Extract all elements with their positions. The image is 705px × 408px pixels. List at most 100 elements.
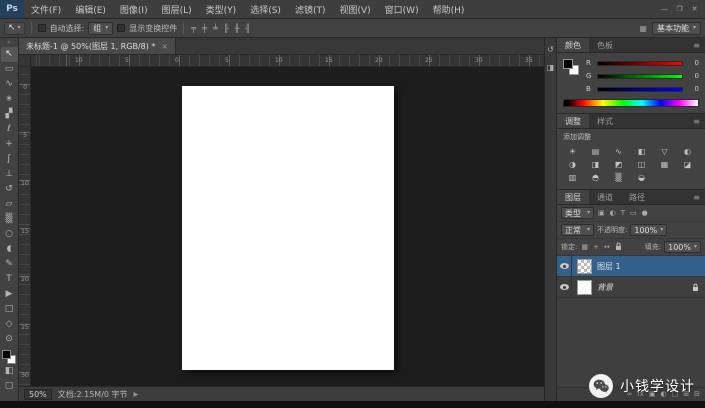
menu-item-file[interactable]: 文件(F)	[24, 0, 68, 18]
move-tool[interactable]: ↖	[1, 47, 18, 62]
menu-item-edit[interactable]: 编辑(E)	[68, 0, 113, 18]
quick-selection-tool[interactable]: ∗	[1, 92, 18, 107]
tab-styles[interactable]: 样式	[589, 114, 621, 128]
green-value[interactable]: 0	[687, 72, 699, 80]
clone-stamp-tool[interactable]: ⊥	[1, 167, 18, 182]
color-spectrum-ramp[interactable]	[563, 99, 699, 107]
tab-color[interactable]: 颜色	[557, 38, 589, 52]
color-panel-swatches[interactable]	[563, 59, 579, 75]
type-layer-filter-icon[interactable]: T	[620, 210, 626, 217]
photo-filter-icon[interactable]: ◩	[607, 158, 630, 171]
color-lookup-icon[interactable]: ▦	[653, 158, 676, 171]
close-icon[interactable]: ×	[161, 42, 168, 51]
menu-item-layer[interactable]: 图层(L)	[155, 0, 199, 18]
layer-name[interactable]: 图层 1	[597, 261, 621, 272]
menu-item-select[interactable]: 选择(S)	[243, 0, 288, 18]
tab-channels[interactable]: 通道	[589, 190, 621, 204]
auto-select-target-dropdown[interactable]: 组 ▾	[88, 22, 113, 35]
menu-item-window[interactable]: 窗口(W)	[378, 0, 426, 18]
blue-value[interactable]: 0	[687, 85, 699, 93]
crop-tool[interactable]: ▞	[1, 107, 18, 122]
vertical-ruler[interactable]: 0 5 10 15 20 25 30	[19, 67, 31, 386]
layer-thumbnail[interactable]	[577, 259, 592, 274]
lock-image-pixels-icon[interactable]: +	[592, 244, 600, 251]
zoom-level-field[interactable]: 50%	[24, 389, 52, 400]
align-left-edges-icon[interactable]: ╟	[223, 24, 230, 33]
canvas-area[interactable]	[31, 67, 544, 386]
posterize-icon[interactable]: ▥	[561, 171, 584, 184]
workspace-dropdown[interactable]: 基本功能 ▾	[652, 22, 701, 35]
lock-transparent-pixels-icon[interactable]: ▦	[580, 244, 589, 251]
panel-menu-icon[interactable]: ≡	[688, 38, 705, 52]
hand-tool[interactable]: ◇	[1, 317, 18, 332]
layer-name[interactable]: 背景	[597, 282, 613, 293]
toolbar-collapse-icon[interactable]: »	[7, 39, 11, 47]
adjustment-layer-filter-icon[interactable]: ◐	[609, 210, 617, 217]
show-transform-checkbox[interactable]	[117, 24, 125, 32]
vibrance-icon[interactable]: ▽	[653, 145, 676, 158]
lasso-tool[interactable]: ∿	[1, 77, 18, 92]
layer-row-background[interactable]: 背景	[557, 277, 705, 298]
menu-item-filter[interactable]: 滤镜(T)	[288, 0, 333, 18]
invert-icon[interactable]: ◪	[676, 158, 699, 171]
zoom-tool[interactable]: ⊙	[1, 332, 18, 347]
exposure-icon[interactable]: ◧	[630, 145, 653, 158]
hue-saturation-icon[interactable]: ◐	[676, 145, 699, 158]
layer-row-layer-1[interactable]: 图层 1	[557, 256, 705, 277]
lock-position-icon[interactable]: ↔	[603, 244, 611, 251]
panel-menu-icon[interactable]: ≡	[688, 190, 705, 204]
tab-adjustments[interactable]: 调整	[557, 114, 589, 128]
blue-slider[interactable]	[597, 87, 683, 92]
pixel-layer-filter-icon[interactable]: ▣	[597, 210, 606, 217]
layer-filter-type-dropdown[interactable]: 类型 ▾	[561, 207, 594, 219]
collapsed-properties-panel-icon[interactable]: ◨	[547, 64, 555, 72]
fill-field[interactable]: 100% ▾	[664, 241, 701, 253]
document-canvas[interactable]	[182, 86, 394, 370]
panel-menu-icon[interactable]: ≡	[688, 114, 705, 128]
restore-button[interactable]: ❐	[673, 5, 686, 13]
document-tab[interactable]: 未标题-1 @ 50%(图层 1, RGB/8) * ×	[19, 38, 176, 54]
status-popup-arrow[interactable]: ▶	[134, 391, 139, 398]
history-brush-tool[interactable]: ↺	[1, 182, 18, 197]
rectangle-tool[interactable]: □	[1, 302, 18, 317]
tab-layers[interactable]: 图层	[557, 190, 589, 204]
smart-object-filter-icon[interactable]: ●	[641, 210, 649, 217]
tab-paths[interactable]: 路径	[621, 190, 653, 204]
curves-icon[interactable]: ∿	[607, 145, 630, 158]
levels-icon[interactable]: ▤	[584, 145, 607, 158]
layer-thumbnail[interactable]	[577, 280, 592, 295]
channel-mixer-icon[interactable]: ◫	[630, 158, 653, 171]
opacity-field[interactable]: 100% ▾	[630, 224, 667, 236]
shape-layer-filter-icon[interactable]: ▭	[629, 210, 638, 217]
visibility-toggle[interactable]	[557, 256, 572, 276]
horizontal-ruler[interactable]: 10 5 0 5 10 15 20 25 30 35	[31, 55, 544, 67]
quick-mask-icon[interactable]: ◧	[1, 364, 18, 379]
menu-item-help[interactable]: 帮助(H)	[426, 0, 472, 18]
menu-item-type[interactable]: 类型(Y)	[199, 0, 244, 18]
align-top-edges-icon[interactable]: ╤	[190, 24, 197, 33]
tool-preset-dropdown[interactable]: ↖ ▾	[4, 22, 25, 35]
screen-mode-icon[interactable]: ▢	[1, 379, 18, 394]
auto-select-checkbox[interactable]	[38, 24, 46, 32]
ruler-origin[interactable]	[19, 55, 31, 67]
foreground-color-swatch[interactable]	[2, 350, 11, 359]
type-tool[interactable]: T	[1, 272, 18, 287]
selective-color-icon[interactable]: ◒	[630, 171, 653, 184]
brush-tool[interactable]: ʃ	[1, 152, 18, 167]
tab-swatches[interactable]: 色板	[589, 38, 621, 52]
red-value[interactable]: 0	[687, 59, 699, 67]
minimize-button[interactable]: —	[658, 5, 671, 13]
black-white-icon[interactable]: ◨	[584, 158, 607, 171]
dodge-tool[interactable]: ◖	[1, 242, 18, 257]
close-button[interactable]: ✕	[688, 5, 701, 13]
brightness-contrast-icon[interactable]: ☀	[561, 145, 584, 158]
lock-all-icon[interactable]	[614, 242, 623, 253]
collapsed-history-panel-icon[interactable]: ↺	[547, 46, 554, 54]
visibility-toggle[interactable]	[557, 277, 572, 297]
path-selection-tool[interactable]: ▶	[1, 287, 18, 302]
align-right-edges-icon[interactable]: ╢	[244, 24, 251, 33]
eraser-tool[interactable]: ▱	[1, 197, 18, 212]
rectangular-marquee-tool[interactable]: ▭	[1, 62, 18, 77]
foreground-color-swatch[interactable]	[563, 59, 573, 69]
align-horizontal-centers-icon[interactable]: ╫	[234, 24, 241, 33]
